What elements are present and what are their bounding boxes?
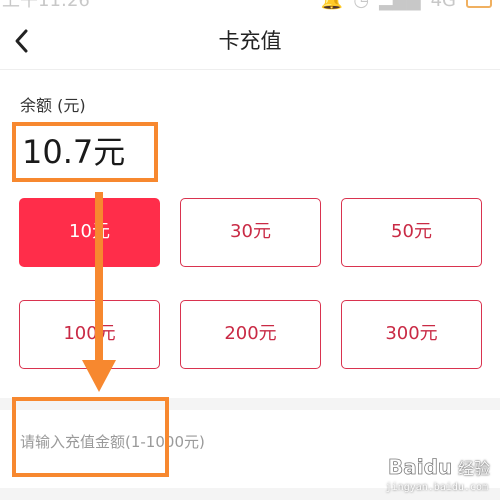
- status-bar: 上午11:26 🔔 ◷ ▂▄▆ 4G: [0, 0, 500, 12]
- amount-option-200[interactable]: 200元: [180, 300, 321, 369]
- signal-icon: ▂▄▆: [379, 0, 421, 11]
- network-type: 4G: [430, 0, 456, 11]
- balance-label: 余额 (元): [20, 96, 86, 115]
- amount-option-30[interactable]: 30元: [180, 198, 321, 267]
- amount-option-100[interactable]: 100元: [19, 300, 160, 369]
- status-icons: 🔔 ◷ ▂▄▆ 4G: [321, 0, 492, 11]
- clock-icon: ◷: [353, 0, 370, 11]
- amount-option-300[interactable]: 300元: [341, 300, 482, 369]
- custom-amount-input[interactable]: [20, 420, 480, 464]
- status-time: 上午11:26: [2, 0, 90, 11]
- header: 卡充值: [0, 12, 500, 70]
- watermark-url: jingyan.baidu.com: [385, 482, 488, 493]
- amount-option-50[interactable]: 50元: [341, 198, 482, 267]
- balance-value: 10.7元: [22, 133, 126, 171]
- amount-option-10[interactable]: 10元: [19, 198, 160, 267]
- section-divider: [0, 398, 500, 410]
- battery-icon: [466, 0, 492, 8]
- bell-icon: 🔔: [320, 0, 344, 11]
- page-title: 卡充值: [218, 29, 282, 53]
